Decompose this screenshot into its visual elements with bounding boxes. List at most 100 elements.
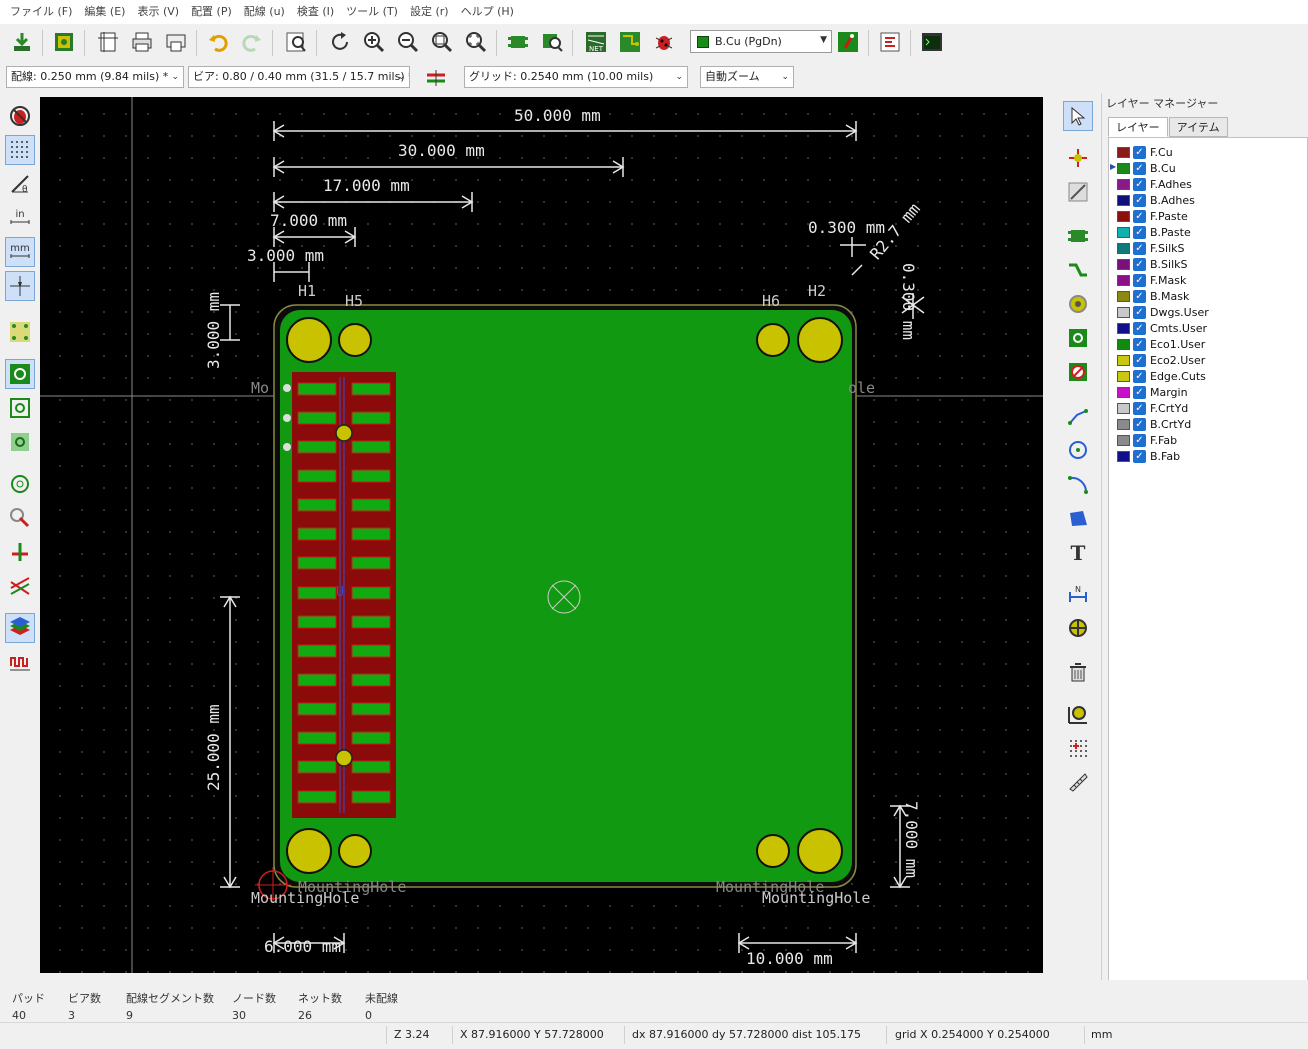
- plot-icon[interactable]: [162, 28, 190, 56]
- zone-sketch-icon[interactable]: [5, 427, 35, 457]
- show-ratsnest-icon[interactable]: [5, 317, 35, 347]
- layer-visibility-checkbox[interactable]: ✓: [1133, 369, 1146, 383]
- layer-color-swatch[interactable]: [1117, 338, 1130, 350]
- zoom-selection-icon[interactable]: [462, 28, 490, 56]
- layer-color-swatch[interactable]: [1117, 210, 1130, 222]
- layer-pair-icon[interactable]: [834, 28, 862, 56]
- layer-visibility-checkbox[interactable]: ✓: [1133, 241, 1146, 255]
- layer-visibility-checkbox[interactable]: ✓: [1133, 353, 1146, 367]
- layer-visibility-checkbox[interactable]: ✓: [1133, 273, 1146, 287]
- layer-color-swatch[interactable]: [1117, 146, 1130, 158]
- auto-track-width-icon[interactable]: [422, 64, 450, 92]
- zone-outline-icon[interactable]: [5, 393, 35, 423]
- layer-visibility-checkbox[interactable]: ✓: [1133, 433, 1146, 447]
- active-layer-select[interactable]: B.Cu (PgDn) ▼: [690, 30, 832, 53]
- layer-color-swatch[interactable]: [1117, 242, 1130, 254]
- draw-arc-icon[interactable]: [1063, 469, 1093, 499]
- menu-route[interactable]: 配線 (u): [238, 0, 291, 24]
- tab-layers[interactable]: レイヤー: [1108, 117, 1168, 137]
- grid-toggle-icon[interactable]: [5, 135, 35, 165]
- track-width-select[interactable]: 配線: 0.250 mm (9.84 mils) * ⌄: [6, 66, 184, 88]
- layer-row-f-adhes[interactable]: ✓ F.Adhes: [1117, 176, 1192, 192]
- layer-row-f-silks[interactable]: ✓ F.SilkS: [1117, 240, 1185, 256]
- layer-color-swatch[interactable]: [1117, 418, 1130, 430]
- microwave-icon[interactable]: [5, 647, 35, 677]
- layer-row-b-fab[interactable]: ✓ B.Fab: [1117, 448, 1180, 464]
- high-contrast-icon[interactable]: [5, 571, 35, 601]
- layer-visibility-checkbox[interactable]: ✓: [1133, 145, 1146, 159]
- layer-color-swatch[interactable]: [1117, 322, 1130, 334]
- layer-visibility-checkbox[interactable]: ✓: [1133, 305, 1146, 319]
- layer-color-swatch[interactable]: [1117, 274, 1130, 286]
- local-ratsnest-icon[interactable]: [1063, 143, 1093, 173]
- layer-visibility-checkbox[interactable]: ✓: [1133, 209, 1146, 223]
- layer-row-eco2-user[interactable]: ✓ Eco2.User: [1117, 352, 1205, 368]
- layer-row-f-paste[interactable]: ✓ F.Paste: [1117, 208, 1188, 224]
- save-icon[interactable]: [8, 28, 36, 56]
- menu-view[interactable]: 表示 (V): [131, 0, 185, 24]
- layer-visibility-checkbox[interactable]: ✓: [1133, 257, 1146, 271]
- layer-color-swatch[interactable]: [1117, 258, 1130, 270]
- polar-coords-icon[interactable]: θ: [5, 169, 35, 199]
- layer-color-swatch[interactable]: [1117, 290, 1130, 302]
- layer-alignment-target-icon[interactable]: [1063, 613, 1093, 643]
- track-sketch-icon[interactable]: [5, 537, 35, 567]
- layer-row-cmts-user[interactable]: ✓ Cmts.User: [1117, 320, 1207, 336]
- layer-visibility-checkbox[interactable]: ✓: [1133, 401, 1146, 415]
- footprint-editor-icon[interactable]: [504, 28, 532, 56]
- layers-manager-icon[interactable]: [5, 613, 35, 643]
- keepout-icon[interactable]: [1063, 357, 1093, 387]
- netlist-icon[interactable]: NET: [582, 28, 610, 56]
- layer-row-dwgs-user[interactable]: ✓ Dwgs.User: [1117, 304, 1209, 320]
- draw-circle-icon[interactable]: [1063, 435, 1093, 465]
- page-settings-icon[interactable]: [94, 28, 122, 56]
- show-layers-icon[interactable]: [876, 28, 904, 56]
- layer-row-b-crtyd[interactable]: ✓ B.CrtYd: [1117, 416, 1191, 432]
- layer-visibility-checkbox[interactable]: ✓: [1133, 337, 1146, 351]
- layer-color-swatch[interactable]: [1117, 162, 1130, 174]
- menu-inspect[interactable]: 検査 (I): [291, 0, 340, 24]
- add-via-icon[interactable]: [1063, 289, 1093, 319]
- menu-help[interactable]: ヘルプ (H): [455, 0, 520, 24]
- menu-edit[interactable]: 編集 (E): [78, 0, 131, 24]
- layer-row-f-crtyd[interactable]: ✓ F.CrtYd: [1117, 400, 1188, 416]
- layer-visibility-checkbox[interactable]: ✓: [1133, 161, 1146, 175]
- layer-row-eco1-user[interactable]: ✓ Eco1.User: [1117, 336, 1205, 352]
- pcb-canvas[interactable]: 50.000 mm 30.000 mm 17.000 mm 7.000 mm 3…: [40, 97, 1043, 973]
- layer-visibility-checkbox[interactable]: ✓: [1133, 225, 1146, 239]
- undo-icon[interactable]: [204, 28, 232, 56]
- layer-visibility-checkbox[interactable]: ✓: [1133, 417, 1146, 431]
- layer-color-swatch[interactable]: [1117, 178, 1130, 190]
- layer-color-swatch[interactable]: [1117, 450, 1130, 462]
- board-setup-icon[interactable]: [50, 28, 78, 56]
- zoom-in-icon[interactable]: [360, 28, 388, 56]
- layer-visibility-checkbox[interactable]: ✓: [1133, 385, 1146, 399]
- pad-sketch-icon[interactable]: [5, 469, 35, 499]
- delete-icon[interactable]: [1063, 657, 1093, 687]
- layer-visibility-checkbox[interactable]: ✓: [1133, 177, 1146, 191]
- zoom-select[interactable]: 自動ズーム ⌄: [700, 66, 794, 88]
- menu-tools[interactable]: ツール (T): [340, 0, 404, 24]
- layer-row-b-mask[interactable]: ✓ B.Mask: [1117, 288, 1189, 304]
- redo-icon[interactable]: [238, 28, 266, 56]
- via-size-select[interactable]: ビア: 0.80 / 0.40 mm (31.5 / 15.7 mils) * …: [188, 66, 410, 88]
- layer-row-margin[interactable]: ✓ Margin: [1117, 384, 1188, 400]
- menu-preferences[interactable]: 設定 (r): [404, 0, 455, 24]
- drc-bug-icon[interactable]: [650, 28, 678, 56]
- draw-polygon-icon[interactable]: [1063, 503, 1093, 533]
- menu-file[interactable]: ファイル (F): [4, 0, 78, 24]
- refresh-icon[interactable]: [326, 28, 354, 56]
- highlight-net-icon[interactable]: [1063, 177, 1093, 207]
- zoom-out-icon[interactable]: [394, 28, 422, 56]
- zone-fill-icon[interactable]: [5, 359, 35, 389]
- select-arrow-icon[interactable]: [1063, 101, 1093, 131]
- layer-row-b-cu[interactable]: ✓ B.Cu: [1117, 160, 1176, 176]
- grid-origin-icon[interactable]: [1063, 733, 1093, 763]
- layer-row-f-fab[interactable]: ✓ F.Fab: [1117, 432, 1177, 448]
- tab-items[interactable]: アイテム: [1168, 117, 1228, 137]
- layer-row-b-silks[interactable]: ✓ B.SilkS: [1117, 256, 1188, 272]
- layer-row-b-paste[interactable]: ✓ B.Paste: [1117, 224, 1191, 240]
- layer-row-b-adhes[interactable]: ✓ B.Adhes: [1117, 192, 1195, 208]
- layer-color-swatch[interactable]: [1117, 194, 1130, 206]
- print-icon[interactable]: [128, 28, 156, 56]
